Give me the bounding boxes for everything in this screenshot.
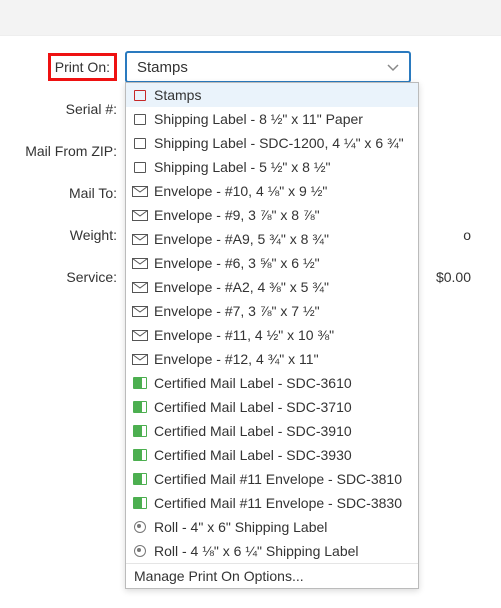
- dropdown-item-label: Envelope - #10, 4 ⅛" x 9 ½": [154, 182, 327, 200]
- envelope-icon: [132, 328, 148, 342]
- dropdown-item[interactable]: Shipping Label - 5 ½" x 8 ½": [126, 155, 418, 179]
- dropdown-item[interactable]: Certified Mail Label - SDC-3930: [126, 443, 418, 467]
- envelope-icon: [132, 280, 148, 294]
- dropdown-item[interactable]: Envelope - #A2, 4 ⅜" x 5 ¾": [126, 275, 418, 299]
- certified-label-icon: [132, 424, 148, 438]
- dropdown-item-label: Envelope - #9, 3 ⅞" x 8 ⅞": [154, 206, 320, 224]
- dropdown-item[interactable]: Envelope - #11, 4 ½" x 10 ⅜": [126, 323, 418, 347]
- serial-label: Serial #:: [0, 101, 125, 117]
- dropdown-item[interactable]: Shipping Label - 8 ½" x 11" Paper: [126, 107, 418, 131]
- dropdown-item[interactable]: Certified Mail Label - SDC-3710: [126, 395, 418, 419]
- sheet-icon: [132, 112, 148, 126]
- envelope-icon: [132, 232, 148, 246]
- dropdown-item[interactable]: Roll - 4" x 6" Shipping Label: [126, 515, 418, 539]
- certified-label-icon: [132, 376, 148, 390]
- dropdown-item[interactable]: Envelope - #7, 3 ⅞" x 7 ½": [126, 299, 418, 323]
- dropdown-item-label: Shipping Label - 5 ½" x 8 ½": [154, 158, 331, 176]
- dropdown-item-label: Certified Mail #11 Envelope - SDC-3810: [154, 470, 402, 488]
- window-header-strip: [0, 0, 501, 36]
- print-on-select-value: Stamps: [137, 59, 188, 76]
- mail-to-label: Mail To:: [0, 185, 125, 201]
- dropdown-item-label: Certified Mail Label - SDC-3930: [154, 446, 352, 464]
- certified-label-icon: [132, 448, 148, 462]
- dropdown-item[interactable]: Envelope - #9, 3 ⅞" x 8 ⅞": [126, 203, 418, 227]
- label-cell: Print On:: [0, 53, 125, 81]
- dropdown-item[interactable]: Roll - 4 ⅛" x 6 ¼" Shipping Label: [126, 539, 418, 563]
- dropdown-item-label: Envelope - #7, 3 ⅞" x 7 ½": [154, 302, 320, 320]
- sheet-icon: [132, 160, 148, 174]
- envelope-icon: [132, 352, 148, 366]
- dropdown-item-label: Certified Mail Label - SDC-3610: [154, 374, 352, 392]
- certified-label-icon: [132, 496, 148, 510]
- service-label: Service:: [0, 269, 125, 285]
- manage-print-on-options[interactable]: Manage Print On Options...: [126, 563, 418, 588]
- weight-label: Weight:: [0, 227, 125, 243]
- dropdown-item-label: Certified Mail #11 Envelope - SDC-3830: [154, 494, 402, 512]
- dropdown-item[interactable]: Envelope - #12, 4 ¾" x 11": [126, 347, 418, 371]
- service-trailing-text: $0.00: [436, 269, 481, 285]
- mail-from-zip-label: Mail From ZIP:: [0, 143, 125, 159]
- print-on-dropdown: Stamps Shipping Label - 8 ½" x 11" Paper S…: [125, 82, 419, 589]
- dropdown-item-label: Shipping Label - SDC-1200, 4 ¼" x 6 ¾": [154, 134, 404, 152]
- dropdown-item-label: Certified Mail Label - SDC-3710: [154, 398, 352, 416]
- form-area: Print On: Stamps Serial #: Mail From ZIP…: [0, 36, 501, 298]
- dropdown-item[interactable]: Stamps: [126, 83, 418, 107]
- dropdown-item[interactable]: Shipping Label - SDC-1200, 4 ¼" x 6 ¾": [126, 131, 418, 155]
- dropdown-item-label: Envelope - #A9, 5 ¾" x 8 ¾": [154, 230, 329, 248]
- dropdown-item[interactable]: Certified Mail #11 Envelope - SDC-3810: [126, 467, 418, 491]
- certified-label-icon: [132, 472, 148, 486]
- stamp-icon: [132, 88, 148, 102]
- certified-label-icon: [132, 400, 148, 414]
- print-on-label: Print On:: [48, 53, 117, 81]
- envelope-icon: [132, 304, 148, 318]
- dropdown-item[interactable]: Envelope - #10, 4 ⅛" x 9 ½": [126, 179, 418, 203]
- sheet-icon: [132, 136, 148, 150]
- chevron-down-icon: [387, 60, 399, 75]
- dropdown-item-label: Envelope - #A2, 4 ⅜" x 5 ¾": [154, 278, 329, 296]
- envelope-icon: [132, 208, 148, 222]
- envelope-icon: [132, 256, 148, 270]
- dropdown-item-label: Envelope - #12, 4 ¾" x 11": [154, 350, 319, 368]
- dropdown-item-label: Stamps: [154, 86, 201, 104]
- dropdown-item[interactable]: Envelope - #6, 3 ⅝" x 6 ½": [126, 251, 418, 275]
- dropdown-item-label: Certified Mail Label - SDC-3910: [154, 422, 352, 440]
- dropdown-item-label: Shipping Label - 8 ½" x 11" Paper: [154, 110, 363, 128]
- dropdown-item[interactable]: Certified Mail Label - SDC-3610: [126, 371, 418, 395]
- roll-icon: [132, 520, 148, 534]
- weight-trailing-text: o: [463, 227, 481, 243]
- dropdown-item-label: Roll - 4 ⅛" x 6 ¼" Shipping Label: [154, 542, 359, 560]
- dropdown-item[interactable]: Envelope - #A9, 5 ¾" x 8 ¾": [126, 227, 418, 251]
- dropdown-item-label: Envelope - #11, 4 ½" x 10 ⅜": [154, 326, 334, 344]
- dropdown-item[interactable]: Certified Mail #11 Envelope - SDC-3830: [126, 491, 418, 515]
- roll-icon: [132, 544, 148, 558]
- dropdown-item-label: Roll - 4" x 6" Shipping Label: [154, 518, 327, 536]
- dropdown-item[interactable]: Certified Mail Label - SDC-3910: [126, 419, 418, 443]
- dropdown-item-label: Envelope - #6, 3 ⅝" x 6 ½": [154, 254, 320, 272]
- print-on-select[interactable]: Stamps: [125, 51, 411, 83]
- envelope-icon: [132, 184, 148, 198]
